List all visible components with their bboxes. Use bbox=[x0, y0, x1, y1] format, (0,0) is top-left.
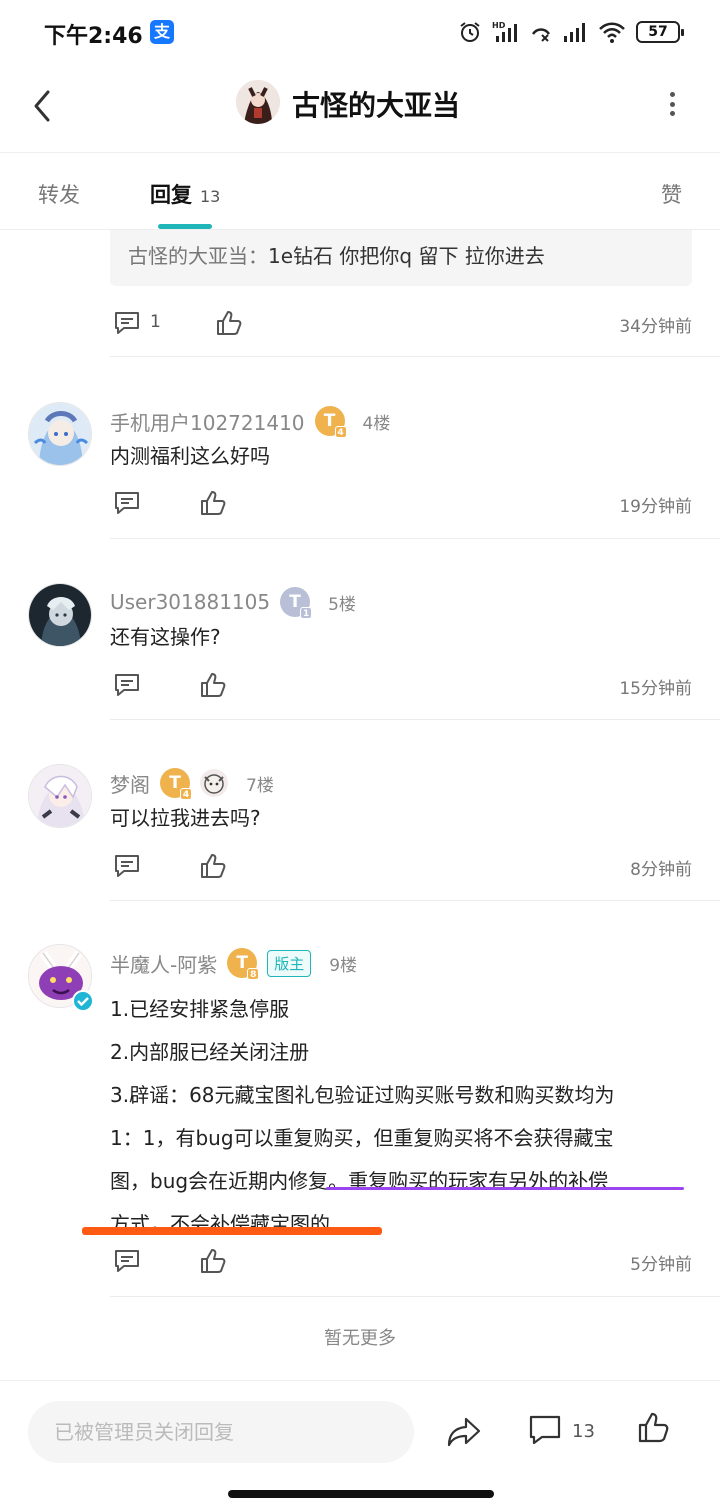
thumbs-up-icon[interactable] bbox=[214, 308, 244, 338]
quoted-reply[interactable]: 古怪的大亚当：1e钻石 你把你q 留下 拉你进去 bbox=[110, 230, 692, 286]
username[interactable]: 手机用户102721410 bbox=[110, 407, 305, 436]
avatar[interactable] bbox=[28, 764, 92, 828]
highlight-underline-purple bbox=[326, 1187, 684, 1190]
home-indicator[interactable] bbox=[228, 1490, 494, 1498]
chevron-left-icon[interactable] bbox=[28, 86, 56, 126]
comment-icon[interactable] bbox=[112, 1246, 142, 1276]
comment-count: 13 bbox=[572, 1421, 595, 1442]
divider bbox=[110, 538, 720, 539]
wifi-icon bbox=[599, 22, 625, 43]
quoted-action-row: 1 34分钟前 bbox=[110, 304, 692, 344]
divider bbox=[110, 1296, 720, 1297]
tab-bar: 转发 回复 13 赞 bbox=[0, 152, 720, 230]
tab-indicator bbox=[158, 224, 212, 229]
share-icon[interactable] bbox=[446, 1415, 482, 1449]
svg-text:HD: HD bbox=[492, 21, 506, 30]
thumbs-up-icon[interactable] bbox=[198, 488, 228, 518]
quoted-author: 古怪的大亚当： bbox=[128, 244, 268, 268]
comment-header: 半魔人-阿紫 T8 版主 9楼 bbox=[110, 948, 358, 980]
divider bbox=[110, 900, 720, 901]
divider bbox=[110, 719, 720, 720]
timestamp: 8分钟前 bbox=[630, 860, 692, 880]
comment-line: 1：1，有bug可以重复购买，但重复购买将不会获得藏宝 bbox=[110, 1126, 614, 1150]
status-time: 下午2:46 bbox=[44, 24, 143, 49]
comment-icon[interactable] bbox=[112, 488, 142, 518]
floor-number: 7楼 bbox=[246, 775, 274, 796]
status-icons: HD 57 bbox=[458, 18, 684, 46]
battery-icon: 57 bbox=[636, 21, 684, 43]
timestamp: 19分钟前 bbox=[619, 497, 692, 517]
comment-action-row: 15分钟前 bbox=[110, 666, 692, 706]
level-badge-icon: T4 bbox=[160, 768, 192, 800]
thumbs-up-icon[interactable] bbox=[198, 851, 228, 881]
level-badge-icon: T8 bbox=[227, 948, 260, 980]
reply-input[interactable] bbox=[28, 1401, 414, 1463]
alipay-icon: 支 bbox=[150, 20, 174, 44]
no-call-icon bbox=[531, 28, 551, 42]
comment-line: 图，bug会在近期内修复。重复购买的玩家有另外的补偿 bbox=[110, 1169, 609, 1193]
top-nav: 古怪的大亚当 bbox=[0, 64, 720, 152]
timestamp: 15分钟前 bbox=[619, 679, 692, 699]
comment-text: 内测福利这么好吗 bbox=[110, 444, 270, 468]
signal-icon bbox=[564, 23, 585, 42]
hd-signal-icon: HD bbox=[492, 21, 517, 42]
avatar[interactable] bbox=[28, 583, 92, 647]
comment-line: 3.辟谣：68元藏宝图礼包验证过购买账号数和购买数均为 bbox=[110, 1083, 615, 1107]
thumbs-up-icon[interactable] bbox=[198, 1246, 228, 1276]
floor-number: 4楼 bbox=[362, 413, 391, 434]
comment-header: 手机用户102721410 T4 4楼 bbox=[110, 406, 391, 438]
moderator-badge: 版主 bbox=[267, 949, 312, 977]
bottom-bar: 13 bbox=[0, 1380, 720, 1480]
comment-header: User301881105 T1 5楼 bbox=[110, 587, 356, 619]
timestamp: 5分钟前 bbox=[630, 1255, 692, 1275]
quoted-text: 1e钻石 你把你q 留下 拉你进去 bbox=[268, 244, 545, 268]
comment-action-row: 5分钟前 bbox=[110, 1242, 692, 1282]
floor-number: 5楼 bbox=[328, 594, 356, 615]
no-more-label: 暂无更多 bbox=[324, 1328, 396, 1349]
timestamp: 34分钟前 bbox=[619, 317, 692, 337]
username[interactable]: User301881105 bbox=[110, 590, 270, 614]
comment-line: 1.已经安排紧急停服 bbox=[110, 997, 290, 1021]
comment-header: 梦阁 T4 7楼 bbox=[110, 768, 274, 800]
comment-icon[interactable] bbox=[112, 308, 142, 338]
highlight-underline-orange bbox=[82, 1227, 382, 1235]
status-bar: 下午2:46 支 HD 57 bbox=[0, 0, 720, 64]
comment-icon[interactable] bbox=[112, 670, 142, 700]
thumbs-up-icon[interactable] bbox=[198, 670, 228, 700]
level-badge-icon: T4 bbox=[314, 406, 347, 438]
thumbs-up-icon[interactable] bbox=[636, 1411, 670, 1445]
comment-action-row: 8分钟前 bbox=[110, 847, 692, 887]
divider bbox=[110, 356, 720, 357]
comment-action-row: 19分钟前 bbox=[110, 484, 692, 524]
tab-repost[interactable]: 转发 bbox=[38, 179, 80, 209]
floor-number: 9楼 bbox=[329, 955, 358, 976]
tab-reply-count: 13 bbox=[200, 187, 221, 206]
tab-reply-label: 回复 bbox=[150, 183, 192, 207]
alarm-icon bbox=[460, 22, 480, 42]
username[interactable]: 梦阁 bbox=[110, 769, 150, 798]
vertical-dots-icon[interactable] bbox=[662, 86, 682, 122]
comment-text: 1.已经安排紧急停服 2.内部服已经关闭注册 3.辟谣：68元藏宝图礼包验证过购… bbox=[110, 988, 695, 1246]
tab-like[interactable]: 赞 bbox=[661, 179, 682, 209]
level-badge-icon: T1 bbox=[280, 587, 313, 619]
comment-icon[interactable] bbox=[112, 851, 142, 881]
medal-icon bbox=[200, 769, 228, 797]
username[interactable]: 半魔人-阿紫 bbox=[110, 949, 217, 978]
comment-line: 方式，不会补偿藏宝图的 bbox=[110, 1212, 330, 1236]
avatar[interactable] bbox=[28, 402, 92, 466]
comment-count: 1 bbox=[150, 312, 161, 332]
comment-icon[interactable] bbox=[528, 1413, 562, 1447]
comment-text: 还有这操作? bbox=[110, 625, 221, 649]
page-title: 古怪的大亚当 bbox=[292, 89, 461, 122]
comment-text: 可以拉我进去吗? bbox=[110, 806, 261, 830]
tab-reply[interactable]: 回复 13 bbox=[150, 179, 220, 209]
verified-icon bbox=[72, 990, 94, 1012]
comment-line: 2.内部服已经关闭注册 bbox=[110, 1040, 310, 1064]
author-avatar[interactable] bbox=[236, 80, 280, 124]
